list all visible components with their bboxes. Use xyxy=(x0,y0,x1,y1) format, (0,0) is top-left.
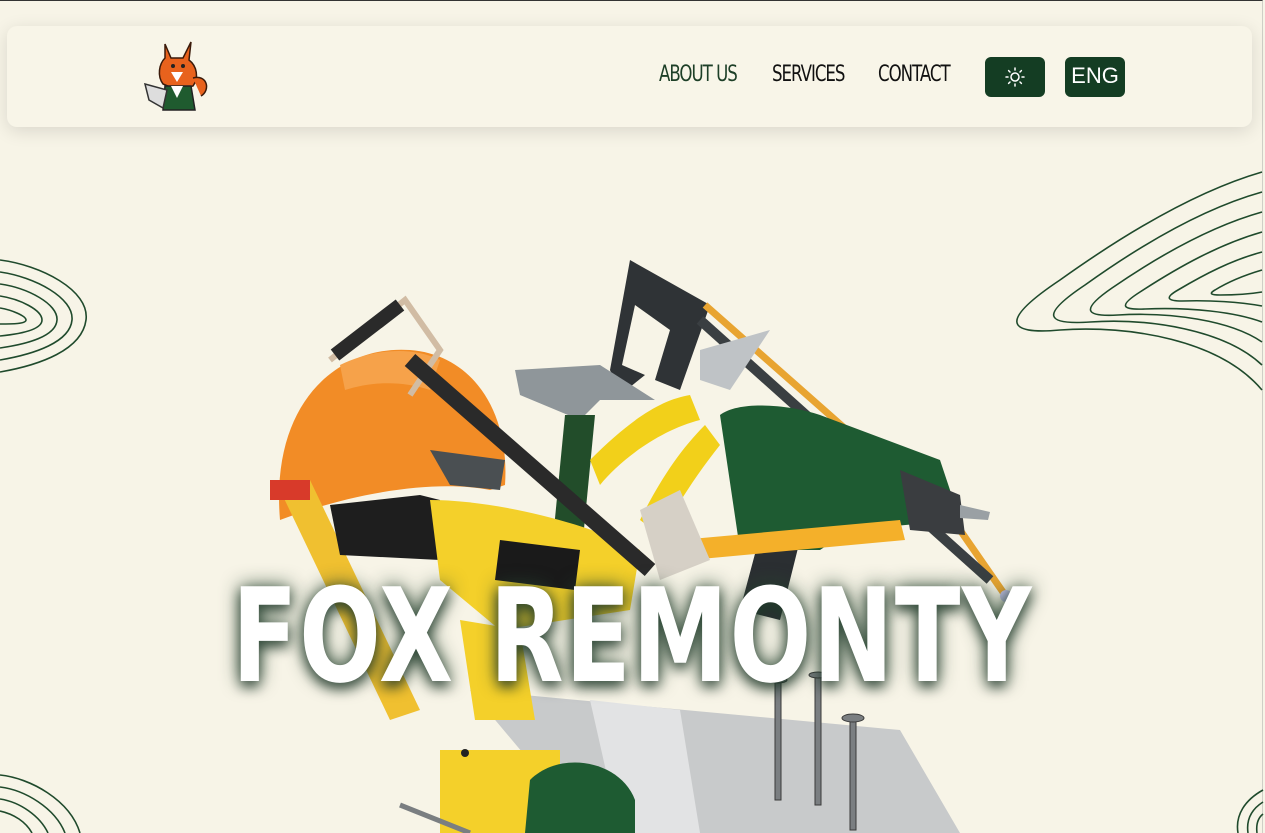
contour-lines-bottom-left xyxy=(0,774,81,833)
fox-logo[interactable] xyxy=(137,38,215,116)
hero-title: FOX REMONTY xyxy=(231,560,1034,712)
theme-toggle-button[interactable] xyxy=(985,57,1045,97)
nav-about-us[interactable]: ABOUT US xyxy=(659,62,738,87)
contour-lines-bottom-right xyxy=(1236,789,1264,833)
contour-lines-right xyxy=(1016,171,1263,391)
sun-icon xyxy=(1005,67,1025,87)
contour-lines-left xyxy=(0,259,87,373)
construction-tools-illustration xyxy=(270,260,1012,833)
navbar: ABOUT US SERVICES CONTACT ENG xyxy=(7,26,1252,127)
language-button[interactable]: ENG xyxy=(1065,57,1125,97)
nav-links: ABOUT US SERVICES CONTACT xyxy=(659,62,963,87)
nav-services[interactable]: SERVICES xyxy=(772,62,846,87)
nav-contact[interactable]: CONTACT xyxy=(878,62,951,87)
